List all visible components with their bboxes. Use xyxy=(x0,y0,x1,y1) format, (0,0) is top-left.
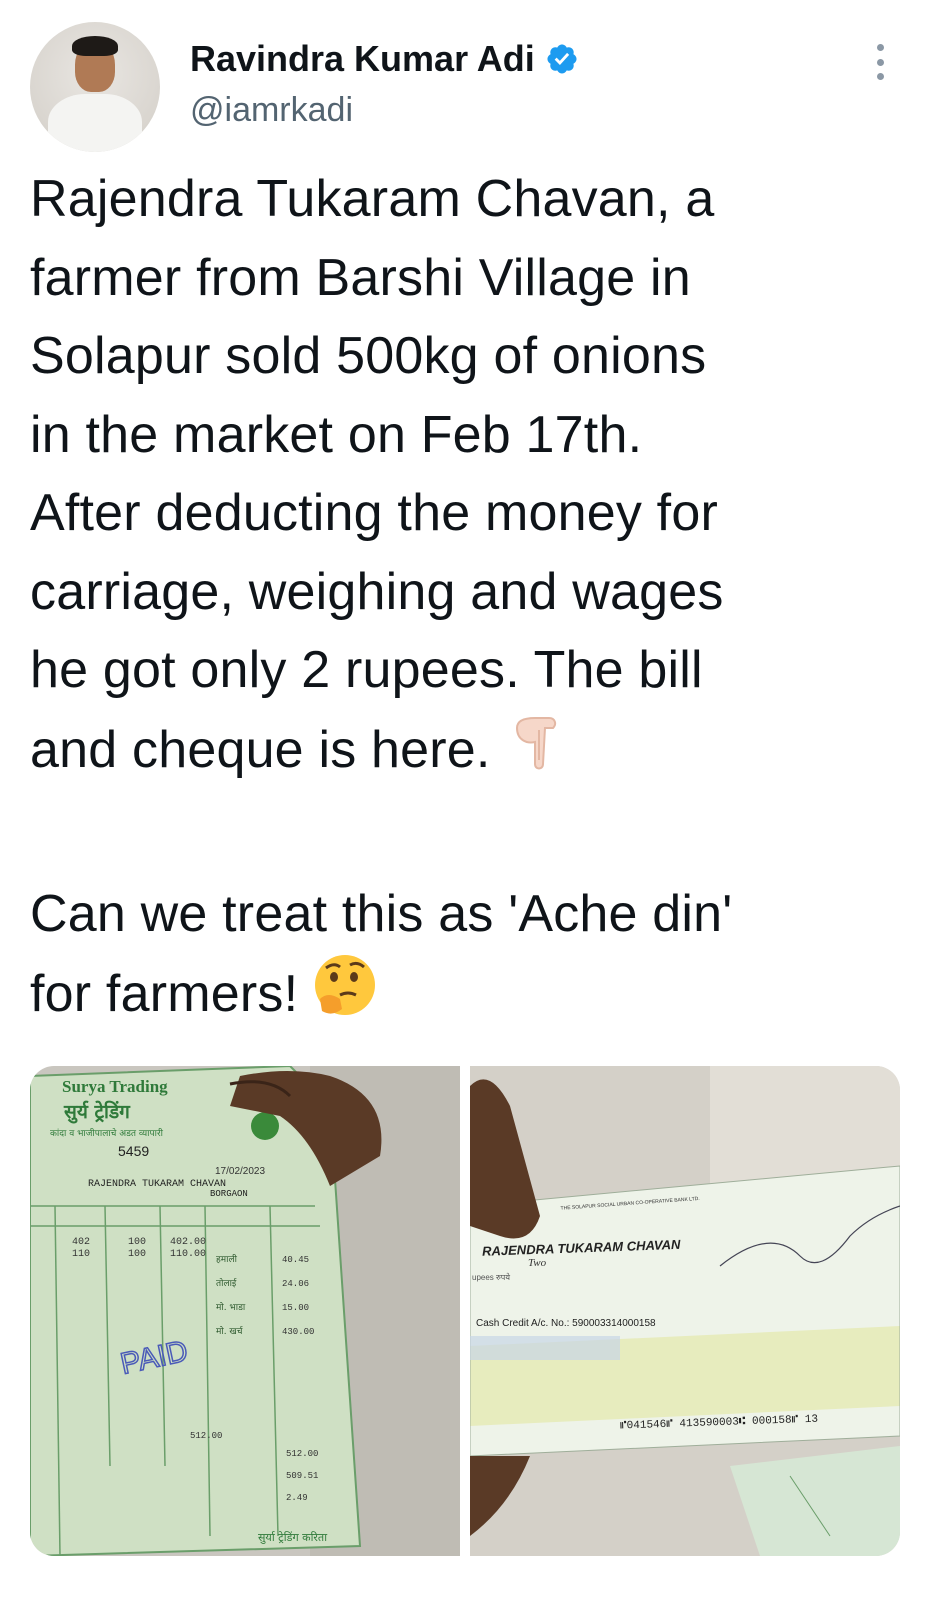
bill-photo[interactable]: Surya Trading सुर्य ट्रेडिंग कांदा व भाज… xyxy=(30,1066,460,1556)
pointing-down-emoji-icon xyxy=(505,710,565,797)
tweet-text: Rajendra Tukaram Chavan, a farmer from B… xyxy=(30,160,910,1042)
bill-deduction-value: 430.00 xyxy=(282,1327,314,1337)
avatar[interactable] xyxy=(30,22,160,152)
bill-row-rate: 100 xyxy=(128,1249,146,1260)
tweet-line-with-emoji: for farmers! xyxy=(30,953,910,1042)
tweet-line: farmer from Barshi Village in xyxy=(30,248,691,307)
bill-row-weight: 402 xyxy=(72,1237,90,1248)
more-options-icon[interactable] xyxy=(862,40,898,84)
bill-gross: 512.00 xyxy=(190,1431,222,1441)
tweet-line: and cheque is here. xyxy=(30,720,491,779)
bill-row-rate: 100 xyxy=(128,1237,146,1248)
more-dot xyxy=(876,73,884,80)
avatar-shirt xyxy=(48,94,142,152)
tweet-line: he got only 2 rupees. The bill xyxy=(30,641,703,699)
media-grid: Surya Trading सुर्य ट्रेडिंग कांदा व भाज… xyxy=(30,1066,900,1556)
bill-subtitle: कांदा व भाजीपालाचे अडत व्यापारी xyxy=(50,1127,164,1139)
bill-gross-total: 512.00 xyxy=(286,1449,318,1459)
bill-deduction-value: 15.00 xyxy=(282,1303,309,1313)
tweet-line: After deducting the money for xyxy=(30,484,718,542)
tweet-line-with-emoji: and cheque is here. xyxy=(30,710,910,797)
bill-total-expense: 509.51 xyxy=(286,1471,318,1481)
bill-deduction-label: मो. खर्च xyxy=(216,1325,244,1337)
tweet-line: Can we treat this as 'Ache din' xyxy=(30,884,733,943)
bill-date: 17/02/2023 xyxy=(215,1166,265,1177)
verified-badge-icon xyxy=(545,42,579,76)
tweet-line: for farmers! xyxy=(30,964,299,1023)
bill-deduction-label: तोलाई xyxy=(216,1277,237,1289)
bill-deduction-value: 40.45 xyxy=(282,1255,309,1265)
bill-firm-en: Surya Trading xyxy=(62,1077,168,1096)
bill-net-amount: 2.49 xyxy=(286,1493,308,1503)
author-block[interactable]: Ravindra Kumar Adi @iamrkadi xyxy=(190,36,579,130)
author-name-row: Ravindra Kumar Adi xyxy=(190,36,579,82)
bill-row-amount: 402.00 xyxy=(170,1237,206,1248)
tweet-card: Ravindra Kumar Adi @iamrkadi Rajendra Tu… xyxy=(0,0,947,1600)
bill-row-amount: 110.00 xyxy=(170,1249,206,1260)
tweet-line: carriage, weighing and wages xyxy=(30,562,724,621)
bill-row-weight: 110 xyxy=(72,1249,90,1260)
bill-farmer-name: RAJENDRA TUKARAM CHAVAN xyxy=(88,1179,226,1190)
bill-deduction-label: हमाली xyxy=(216,1253,238,1265)
thinking-face-emoji-icon xyxy=(312,953,378,1042)
cheque-photo[interactable]: THE SOLAPUR SOCIAL URBAN CO-OPERATIVE BA… xyxy=(470,1066,900,1556)
bill-village: BORGAON xyxy=(210,1189,248,1199)
tweet-line: Rajendra Tukaram Chavan, a xyxy=(30,170,715,228)
author-handle[interactable]: @iamrkadi xyxy=(190,90,579,130)
tweet-line: Solapur sold 500kg of onions xyxy=(30,327,707,385)
cheque-account-number: Cash Credit A/c. No.: 590003314000158 xyxy=(476,1318,656,1329)
bill-firm-mr: सुर्य ट्रेडिंग xyxy=(63,1100,131,1124)
tweet-line: in the market on Feb 17th. xyxy=(30,405,643,464)
author-name[interactable]: Ravindra Kumar Adi xyxy=(190,36,535,82)
more-dot xyxy=(876,58,884,66)
bill-deduction-label: मो. भाडा xyxy=(216,1301,246,1313)
cheque-amount-words: Two xyxy=(528,1257,547,1269)
cheque-rupees-label: upees रुपये xyxy=(472,1272,510,1282)
bill-deduction-value: 24.06 xyxy=(282,1279,309,1289)
bill-number: 5459 xyxy=(118,1143,149,1159)
more-dot xyxy=(876,44,884,51)
avatar-hair xyxy=(72,36,118,56)
bill-signature: सुर्या ट्रेडिंग करिता xyxy=(258,1531,327,1544)
